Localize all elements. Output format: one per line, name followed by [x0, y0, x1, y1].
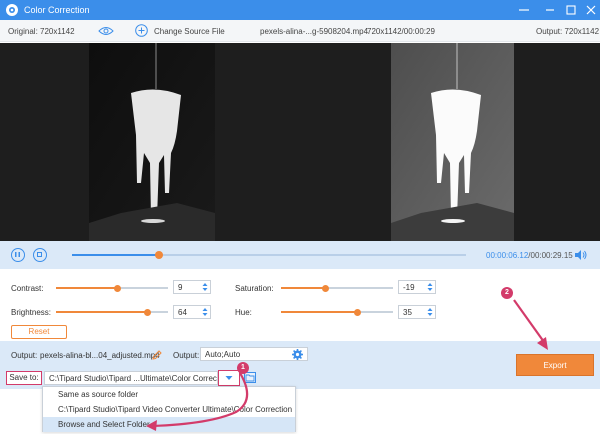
contrast-slider[interactable]: [56, 284, 168, 292]
save-path-field[interactable]: C:\Tipard Studio\Tipard ...Ultimate\Colo…: [44, 371, 218, 385]
save-to-label: Save to:: [6, 371, 42, 385]
current-time: 00:00:06.12: [486, 251, 529, 260]
edit-icon[interactable]: [152, 350, 162, 360]
contrast-spinner-icon[interactable]: [202, 282, 208, 292]
source-resolution-duration: 720x1142/00:00:29: [367, 27, 435, 36]
timeline-handle[interactable]: [154, 251, 163, 259]
chevron-down-icon: [225, 376, 233, 380]
export-button[interactable]: Export: [516, 354, 594, 376]
minimize-button[interactable]: [541, 2, 559, 18]
output-filename: pexels-alina-bl...04_adjusted.mp4: [40, 351, 160, 360]
brightness-label: Brightness:: [11, 308, 52, 317]
time-display: 00:00:06.12/00:00:29.15: [486, 251, 573, 260]
pause-button[interactable]: [11, 248, 25, 262]
brightness-slider-fill: [56, 311, 148, 313]
dropdown-item-browse-folder[interactable]: Browse and Select Folder: [43, 417, 295, 432]
save-path-value: C:\Tipard Studio\Tipard ...Ultimate\Colo…: [49, 374, 218, 383]
contrast-value: 9: [178, 283, 183, 292]
dropdown-item-default-path[interactable]: C:\Tipard Studio\Tipard Video Converter …: [43, 402, 295, 417]
contrast-slider-fill: [56, 287, 118, 289]
saturation-spinner-icon[interactable]: [427, 282, 433, 292]
playback-bar: 00:00:06.12/00:00:29.15: [0, 241, 600, 269]
adjustment-panel: Contrast: 9 Saturation: -19 Brightness: …: [0, 269, 600, 341]
reset-button[interactable]: Reset: [11, 325, 67, 339]
stop-button[interactable]: [33, 248, 47, 262]
original-preview-image: [89, 43, 215, 241]
volume-icon[interactable]: [574, 249, 588, 261]
output-resolution: Output: 720x1142: [536, 27, 600, 36]
hue-spinner-icon[interactable]: [427, 307, 433, 317]
app-logo-icon: [6, 4, 18, 16]
menu-icon[interactable]: [515, 2, 533, 18]
brightness-slider[interactable]: [56, 308, 168, 316]
saturation-value: -19: [403, 283, 415, 292]
save-path-dropdown: Same as source folder C:\Tipard Studio\T…: [42, 386, 296, 432]
contrast-input[interactable]: 9: [173, 280, 211, 294]
close-button[interactable]: [582, 2, 600, 18]
brightness-slider-handle[interactable]: [144, 308, 152, 316]
saturation-slider[interactable]: [281, 284, 393, 292]
original-resolution: Original: 720x1142: [8, 27, 75, 36]
brightness-spinner-icon[interactable]: [202, 307, 208, 317]
hue-slider[interactable]: [281, 308, 393, 316]
change-source-button[interactable]: Change Source File: [154, 27, 225, 36]
hue-slider-fill: [281, 311, 358, 313]
step-badge-one: 1: [237, 362, 249, 374]
output-file-label: Output:: [11, 351, 38, 360]
brightness-value: 64: [178, 308, 187, 317]
output-format-value: Auto;Auto: [205, 350, 241, 359]
corrected-preview-image: [391, 43, 514, 241]
saturation-slider-handle[interactable]: [322, 284, 330, 292]
hue-label: Hue:: [235, 308, 252, 317]
brightness-input[interactable]: 64: [173, 305, 211, 319]
hue-input[interactable]: 35: [398, 305, 436, 319]
hue-value: 35: [403, 308, 412, 317]
timeline-progress: [72, 254, 159, 256]
preview-area: [0, 43, 600, 241]
total-time: /00:00:29.15: [528, 251, 573, 260]
info-bar: Original: 720x1142 Change Source File pe…: [0, 20, 600, 42]
save-path-dropdown-button[interactable]: [218, 370, 240, 386]
saturation-label: Saturation:: [235, 284, 274, 293]
maximize-button[interactable]: [562, 2, 580, 18]
gear-icon[interactable]: [292, 349, 303, 360]
output-panel: Output: pexels-alina-bl...04_adjusted.mp…: [0, 341, 600, 389]
saturation-input[interactable]: -19: [398, 280, 436, 294]
output-format-label: Output:: [173, 351, 200, 360]
add-icon[interactable]: [135, 24, 148, 37]
saturation-slider-fill: [281, 287, 326, 289]
step-badge-two: 2: [501, 287, 513, 299]
contrast-slider-handle[interactable]: [114, 284, 122, 292]
window-title: Color Correction: [24, 5, 90, 15]
hue-slider-handle[interactable]: [353, 308, 361, 316]
contrast-label: Contrast:: [11, 284, 44, 293]
folder-icon[interactable]: [244, 372, 256, 383]
dropdown-item-same-as-source[interactable]: Same as source folder: [43, 387, 295, 402]
source-filename: pexels-alina-...g-5908204.mp4: [260, 27, 369, 36]
timeline-track[interactable]: [72, 251, 466, 259]
title-bar: Color Correction: [0, 0, 600, 20]
eye-icon[interactable]: [98, 25, 114, 37]
